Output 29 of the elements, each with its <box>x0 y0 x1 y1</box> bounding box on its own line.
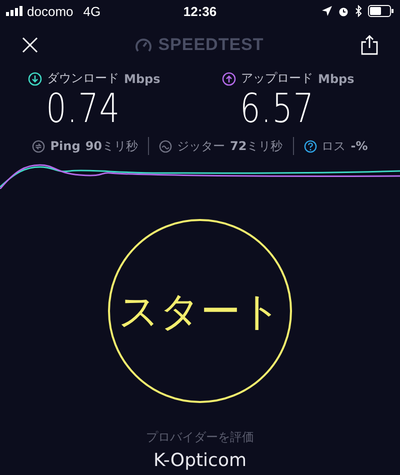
ping-icon <box>32 140 46 152</box>
clock-time: 12:36 <box>183 4 217 18</box>
speed-value: 6.57 <box>240 87 314 131</box>
stat-value: 72 ミリ秒 <box>230 138 283 154</box>
unit-label: Mbps <box>318 72 354 86</box>
carrier-name: docomo <box>27 4 74 18</box>
result-label: ダウンロード <box>47 70 119 87</box>
result-label: アップロード <box>241 70 313 87</box>
stat-label: Ping <box>50 139 80 153</box>
speed-value: 0.74 <box>46 87 120 131</box>
stat-label: ロス <box>322 138 346 154</box>
gauge-icon <box>135 36 152 54</box>
close-icon[interactable] <box>22 37 38 53</box>
help-icon <box>304 140 317 152</box>
stat-value: -% <box>350 139 368 153</box>
location-icon <box>322 6 332 16</box>
jitter-icon <box>159 140 172 152</box>
network-type: 4G <box>83 4 101 18</box>
signal-icon <box>6 6 23 16</box>
bluetooth-icon <box>354 5 362 17</box>
unit-label: Mbps <box>124 72 160 86</box>
share-icon[interactable] <box>361 35 378 55</box>
app-title: SPEEDTEST <box>158 35 264 55</box>
provider-name: K-Opticom <box>153 450 246 471</box>
stat-value: 90 ミリ秒 <box>85 138 138 154</box>
battery-icon <box>368 5 394 17</box>
alarm-icon <box>338 6 349 16</box>
start-button[interactable]: スタート <box>108 219 292 403</box>
stat-label: ジッター <box>177 138 226 154</box>
